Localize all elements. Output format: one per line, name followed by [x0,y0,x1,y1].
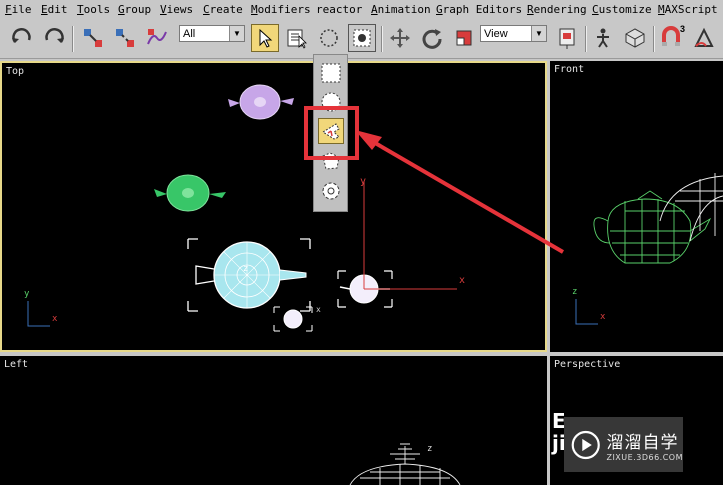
world-axis-tripod: y x [24,289,58,327]
selection-filter-value: All [183,28,196,40]
fence-region-icon[interactable] [318,148,344,174]
snap-dimension-label: 3 [679,24,685,34]
select-and-link-icon[interactable] [79,24,107,52]
menu-bar: File Edit Tools Group Views Create Modif… [0,0,723,21]
teapot-selected[interactable]: z [187,238,311,312]
rectangular-region-icon[interactable] [318,60,344,86]
watermark-title: 溜溜自学 [606,432,679,453]
menu-create[interactable]: Create [203,3,243,17]
paint-region-icon[interactable] [318,178,344,204]
world-axis-x: x [600,312,606,322]
menu-graph-editors[interactable]: Graph Editors [436,3,522,17]
menu-file[interactable]: File [5,3,32,17]
circular-region-icon[interactable] [318,89,344,115]
select-by-name-icon[interactable] [283,24,311,52]
world-axis-y: y [24,289,30,299]
rotate-icon[interactable] [418,24,446,52]
reference-coordinate-dropdown[interactable]: View ▼ [480,25,547,42]
teapot-wireframe-green[interactable] [593,190,712,264]
menu-customize[interactable]: Customize [592,3,652,17]
scale-icon[interactable] [450,24,478,52]
teapot-purple[interactable] [228,84,294,120]
main-toolbar: All ▼ View ▼ 3 [0,20,723,59]
window-crossing-icon[interactable] [348,24,376,52]
select-object-icon[interactable] [251,24,279,52]
play-logo-icon [571,430,600,459]
axis-label-z: z [427,444,432,454]
teapot-wireframe-left[interactable] [349,443,461,485]
viewport-top[interactable]: Top z y x x y x [0,61,547,352]
world-axis-z: z [572,287,577,297]
gizmo-x-label: x [459,275,465,286]
viewport-label-perspective[interactable]: Perspective [554,359,620,370]
menu-rendering[interactable]: Rendering [527,3,587,17]
watermark-badge: 溜溜自学 ZIXUE.3D66.COM [564,417,683,472]
lasso-region-icon[interactable] [318,118,344,144]
menu-edit[interactable]: Edit [41,3,68,17]
undo-icon[interactable] [8,24,36,52]
selection-filter-dropdown[interactable]: All ▼ [179,25,245,42]
chevron-down-icon: ▼ [229,26,244,41]
selection-region-icon[interactable] [315,24,343,52]
angle-snap-icon[interactable] [690,24,718,52]
axis-label-z: z [243,264,248,274]
teapot-green[interactable] [154,174,226,212]
viewport-front[interactable]: Front z x [550,61,723,352]
menu-views[interactable]: Views [160,3,193,17]
menu-maxscript[interactable]: MAXScript [658,3,718,17]
menu-group[interactable]: Group [118,3,151,17]
chevron-down-icon: ▼ [531,26,546,41]
gizmo-y-label: y [360,176,366,187]
selection-region-flyout [313,54,348,212]
manipulate-icon[interactable] [589,24,617,52]
keyboard-shortcut-icon[interactable] [621,24,649,52]
snaps-toggle-icon[interactable]: 3 [657,24,685,52]
world-axis-tripod: z x [572,287,606,325]
reference-coordinate-value: View [484,28,508,40]
watermark-subtitle: ZIXUE.3D66.COM [606,452,683,462]
unlink-icon[interactable] [111,24,139,52]
world-axis-x: x [52,314,58,324]
bind-space-warp-icon[interactable] [143,24,171,52]
redo-icon[interactable] [40,24,68,52]
teapot-tiny[interactable]: x [273,305,321,332]
teapot-small[interactable]: y x [337,176,465,308]
menu-reactor[interactable]: reactor [316,3,362,17]
pivot-center-icon[interactable] [553,24,581,52]
menu-animation[interactable]: Animation [371,3,431,17]
axis-label-x-small: x [316,305,321,314]
menu-modifiers[interactable]: Modifiers [251,3,311,17]
viewport-left[interactable]: Left z [0,356,547,485]
move-icon[interactable] [386,24,414,52]
menu-tools[interactable]: Tools [77,3,110,17]
